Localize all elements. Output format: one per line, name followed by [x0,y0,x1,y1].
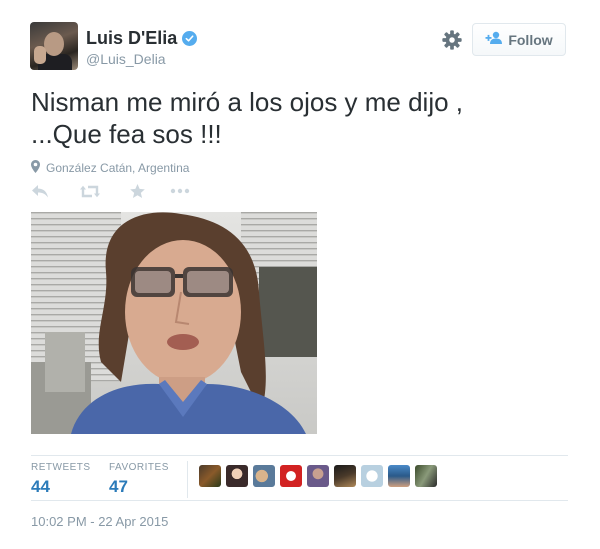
add-user-icon [485,31,503,48]
user-handle[interactable]: @Luis_Delia [86,51,166,67]
stats-vertical-divider [187,461,188,498]
tweet-actions [32,184,190,198]
avatar-face [44,32,64,56]
tweet-timestamp[interactable]: 10:02 PM - 22 Apr 2015 [31,514,168,529]
tweet-photo[interactable] [31,212,317,434]
favoriters-avatars [199,465,437,487]
user-name-text[interactable]: Luis D'Elia [86,28,177,49]
follow-button[interactable]: Follow [472,23,566,56]
favorites-count[interactable]: 47 [109,477,169,497]
favoriter-avatar[interactable] [280,465,302,487]
tweet-text-line-2: ...Que fea sos !!! [31,119,222,149]
favoriter-avatar[interactable] [307,465,329,487]
user-name[interactable]: Luis D'Elia [86,28,198,49]
favoriter-avatar[interactable] [199,465,221,487]
gear-icon[interactable] [441,29,463,51]
retweets-count[interactable]: 44 [31,477,91,497]
location-label[interactable]: González Catán, Argentina [46,161,189,175]
stats-divider-top [31,455,568,456]
favoriter-avatar[interactable] [388,465,410,487]
favoriter-avatar[interactable] [334,465,356,487]
more-icon[interactable] [170,188,190,194]
avatar[interactable] [30,22,78,70]
retweet-icon[interactable] [80,185,100,198]
favoriter-avatar[interactable] [226,465,248,487]
reply-icon[interactable] [32,184,50,198]
avatar-hand [34,46,46,64]
tweet-text-line-1: Nisman me miró a los ojos y me dijo , [31,87,464,117]
follow-label: Follow [508,31,553,48]
favorites-stat[interactable]: FAVORITES 47 [109,462,169,497]
favorites-label: FAVORITES [109,462,169,473]
location-pin-icon [31,160,40,176]
verified-badge-icon [182,31,198,46]
favoriter-avatar[interactable] [361,465,383,487]
tweet-location[interactable]: González Catán, Argentina [31,160,189,176]
tweet-text: Nisman me miró a los ojos y me dijo , ..… [31,86,571,150]
retweets-label: RETWEETS [31,462,91,473]
favoriter-avatar[interactable] [253,465,275,487]
star-icon[interactable] [130,184,146,198]
favoriter-avatar[interactable] [415,465,437,487]
stats-divider-bottom [31,500,568,501]
retweets-stat[interactable]: RETWEETS 44 [31,462,91,497]
